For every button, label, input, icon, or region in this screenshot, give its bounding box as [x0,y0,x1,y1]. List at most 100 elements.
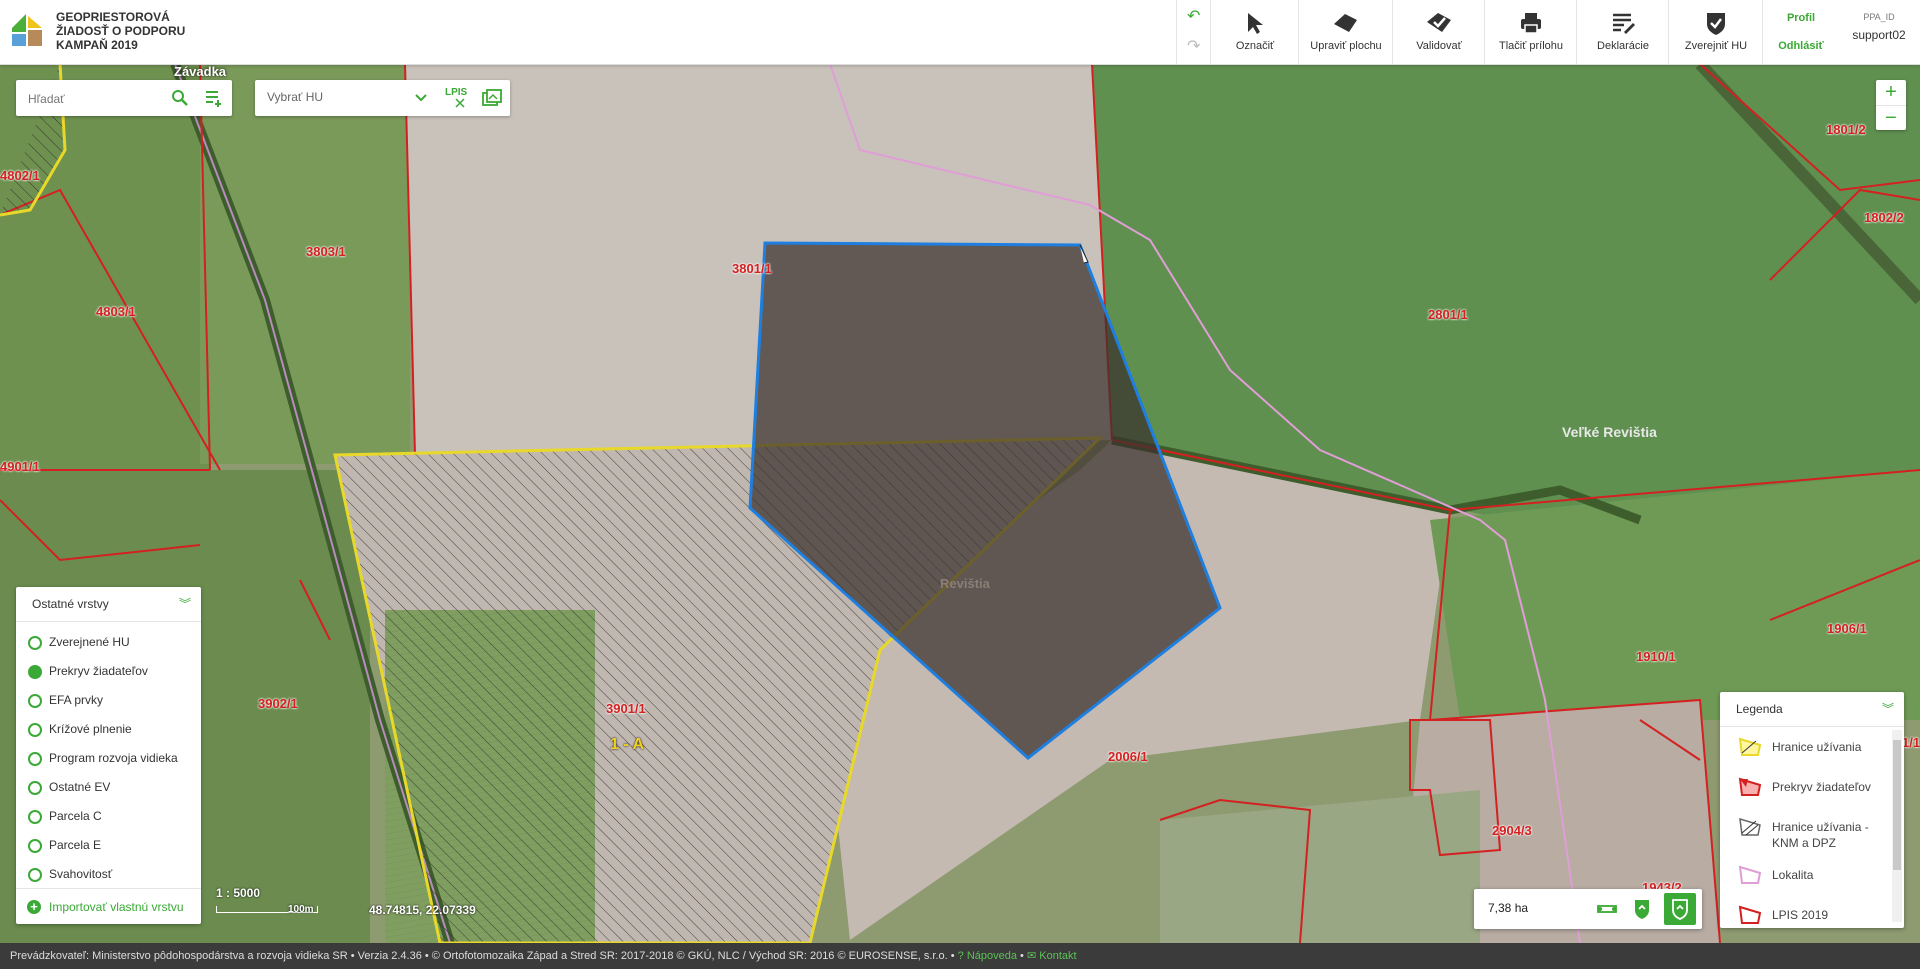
legend-scrollbar-thumb[interactable] [1893,740,1901,870]
radio-icon[interactable] [28,810,42,824]
layers-panel: Ostatné vrstvy ︾ Zverejnené HU Prekryv ž… [16,587,201,924]
lokalita-swatch-icon [1738,865,1762,884]
layer-item[interactable]: Zverejnené HU [16,628,201,657]
app-title-line: GEOPRIESTOROVÁ [56,10,170,24]
search-input[interactable] [26,88,170,110]
place-label-top: Závadka [174,64,227,79]
scale-bar-label: 100m [288,904,314,915]
validate-icon [1427,13,1451,32]
app-logo-icon [12,14,42,46]
profile-link[interactable]: Profil [1763,12,1839,24]
app-title-line: KAMPAŇ 2019 [56,38,138,52]
layers-panel-header[interactable]: Ostatné vrstvy ︾ [16,587,201,622]
active-shield-button[interactable] [1664,893,1696,925]
hu-select-box: Vybrať HU LPIS [255,80,510,116]
chevron-collapse-icon[interactable]: ︾ [1882,692,1894,726]
parcel-label: 1802/2 [1864,210,1904,225]
search-box [16,80,232,116]
zoom-in-button[interactable]: + [1876,80,1906,106]
radio-icon[interactable] [28,839,42,853]
redo-icon[interactable]: ↷ [1187,36,1200,56]
layer-item[interactable]: Program rozvoja vidieka [16,744,201,773]
layer-item[interactable]: Ostatné EV [16,773,201,802]
radio-icon[interactable] [28,752,42,766]
chevron-collapse-icon[interactable]: ︾ [179,587,191,621]
tool-validate-button[interactable]: Validovať [1392,0,1485,64]
top-bar: GEOPRIESTOROVÁ ŽIADOSŤ O PODPORU KAMPAŇ … [0,0,1920,65]
legend-label: Lokalita [1772,868,1814,882]
measure-ruler-icon[interactable] [1596,900,1618,918]
legend-scrollbar[interactable] [1892,730,1902,922]
tool-publish-button[interactable]: Zverejniť HU [1668,0,1763,64]
layer-item[interactable]: Krížové plnenie [16,715,201,744]
parcel-label: 4803/1 [96,304,136,319]
radio-icon[interactable] [28,868,42,882]
tool-declarations-button[interactable]: Deklarácie [1576,0,1669,64]
layer-item[interactable]: EFA prvky [16,686,201,715]
plus-circle-icon: + [27,900,41,914]
legend-item: Hranice užívania - KNM a DPZ [1720,807,1904,855]
chevron-down-icon[interactable] [415,93,427,103]
place-label-main: Veľké Revištia [1562,424,1657,440]
legend-header[interactable]: Legenda ︾ [1720,692,1904,727]
map-canvas[interactable]: Závadka Veľké Revištia Revištia 1 - A 48… [0,64,1920,943]
map-svg [0,64,1920,943]
footer-separator: • [1020,950,1024,962]
search-icon[interactable] [171,89,189,107]
layer-item[interactable]: Parcela E [16,831,201,860]
app-title-line: ŽIADOSŤ O PODPORU [56,24,186,38]
cursor-coordinates: 48.74815, 22.07339 [369,903,476,917]
layer-overview-icon[interactable] [481,88,503,108]
radio-checked-icon[interactable] [28,665,42,679]
parcel-label: 4802/1 [0,168,40,183]
tool-edit-area-button[interactable]: Upraviť plochu [1298,0,1393,64]
layer-item[interactable]: Parcela C [16,802,201,831]
layer-item[interactable]: Svahovitosť [16,860,201,889]
map-scale: 1 : 5000 [216,886,261,900]
undo-redo-group: ↶ ↷ [1176,0,1211,64]
layer-label: EFA prvky [49,693,104,707]
undo-icon[interactable]: ↶ [1187,6,1200,26]
shield-area-active-icon [1672,899,1688,920]
parcel-label: 3801/1 [732,261,772,276]
legend-panel: Legenda ︾ Hranice užívania Prekryv žiada… [1720,692,1904,928]
legend-label: Hranice užívania - KNM a DPZ [1772,820,1869,850]
hu-select[interactable]: Vybrať HU [267,90,323,104]
contact-link[interactable]: Kontakt [1039,950,1076,962]
place-label-faint: Revištia [940,576,990,591]
area-value: 7,38 ha [1488,901,1529,915]
help-link[interactable]: Nápoveda [967,950,1017,962]
zoom-control: + − [1876,80,1906,130]
layers-panel-title: Ostatné vrstvy [32,597,109,611]
tool-label: Tlačiť prílohu [1498,40,1564,52]
radio-icon[interactable] [28,694,42,708]
lpis-toggle[interactable]: LPIS [445,87,467,98]
radio-icon[interactable] [28,636,42,650]
tool-select-button[interactable]: Označiť [1210,0,1299,64]
tool-label: Upraviť plochu [1310,40,1382,52]
layer-label: Parcela C [49,809,102,823]
layer-label: Svahovitosť [49,867,113,881]
lpis-swatch-icon [1738,905,1762,924]
radio-icon[interactable] [28,781,42,795]
legend-label: LPIS 2019 [1772,908,1829,922]
area-measure-box: 7,38 ha [1474,889,1702,929]
declarations-icon [1613,13,1635,34]
radio-icon[interactable] [28,723,42,737]
user-info: PPA_ID support02 [1838,0,1920,64]
import-layer-button[interactable]: + Importovať vlastnú vrstvu [16,888,201,924]
tool-label: Deklarácie [1597,40,1649,52]
username: support02 [1852,28,1906,42]
legend-item: Prekryv žiadateľov [1720,767,1904,807]
mail-icon: ✉ [1026,950,1037,962]
parcel-label: 1801/2 [1826,122,1866,137]
parcel-label: 2801/1 [1428,307,1468,322]
search-list-icon[interactable] [204,88,224,108]
logout-link[interactable]: Odhlásiť [1763,40,1839,52]
zoom-out-button[interactable]: − [1876,106,1906,131]
shield-area-icon[interactable] [1632,897,1652,921]
layer-item[interactable]: Prekryv žiadateľov [16,657,201,686]
tool-print-button[interactable]: Tlačiť prílohu [1484,0,1577,64]
legend-label: Prekryv žiadateľov [1772,780,1871,794]
printer-icon [1521,13,1541,34]
